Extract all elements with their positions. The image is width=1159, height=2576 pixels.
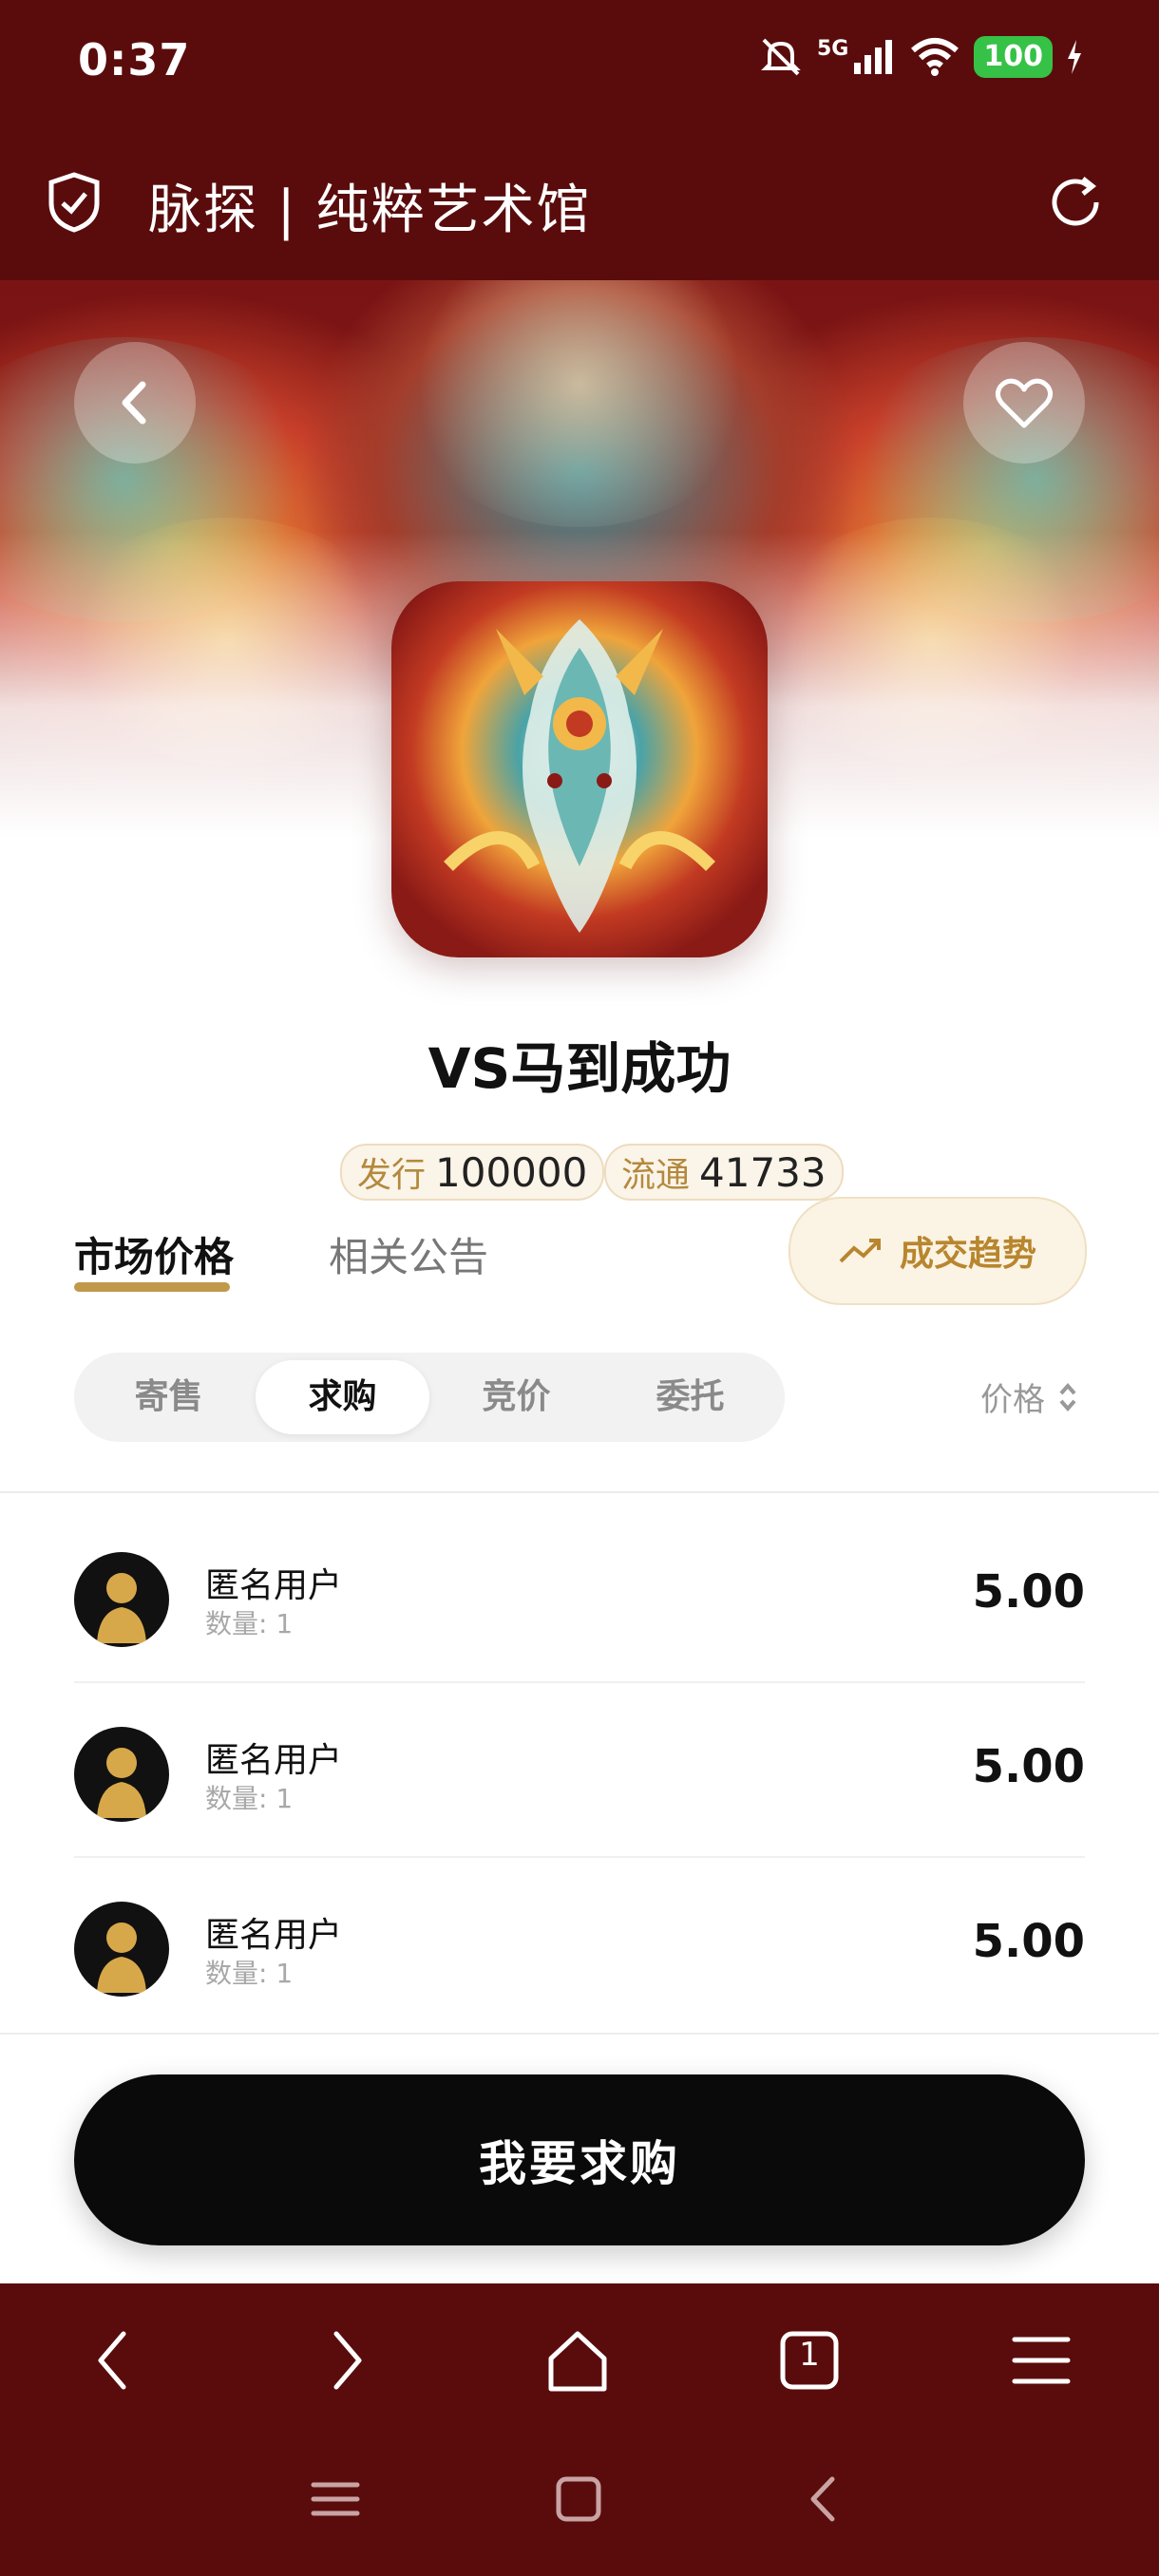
order-row[interactable]: 匿名用户 数量: 1 5.00 [74,1508,1085,1683]
browser-home-icon[interactable] [540,2322,616,2398]
wifi-icon [911,38,960,76]
issue-label: 发行 [357,1156,427,1195]
system-menu-icon[interactable] [302,2466,369,2532]
tab-active-indicator [74,1282,230,1292]
heart-icon [995,378,1054,428]
trend-up-icon [839,1239,881,1263]
issue-value: 100000 [435,1148,588,1196]
circulation-label: 流通 [621,1156,691,1195]
segment-bidding[interactable]: 竞价 [429,1360,603,1434]
nft-title: VS马到成功 [428,1036,732,1101]
order-row[interactable]: 匿名用户 数量: 1 5.00 [74,1683,1085,1858]
tab-announcements[interactable]: 相关公告 [329,1225,488,1283]
user-name: 匿名用户 [205,1566,343,1605]
browser-menu-icon[interactable] [1003,2322,1079,2398]
mute-icon [761,38,801,76]
browser-forward-icon[interactable] [308,2322,384,2398]
nft-artwork [391,581,768,957]
sort-icon [1059,1382,1076,1411]
status-icons: 5G 100 [758,36,1083,78]
battery-indicator: 100 [974,36,1053,78]
gold-figure-icon [97,1748,146,1818]
horse-artwork-image [444,619,715,933]
order-price: 5.00 [972,1740,1085,1793]
segment-buy-request[interactable]: 求购 [256,1360,429,1434]
browser-tabs-button[interactable]: 1 [771,2322,847,2398]
system-home-icon[interactable] [545,2466,612,2532]
status-time: 0:37 [78,34,191,85]
signal-icon [854,40,893,74]
order-type-segmented-control: 寄售 求购 竞价 委托 [74,1353,785,1442]
back-button[interactable] [74,342,196,464]
segment-consignment[interactable]: 寄售 [82,1360,256,1434]
circulation-value: 41733 [699,1148,826,1196]
tab-count: 1 [799,2336,820,2374]
order-row[interactable]: 匿名用户 数量: 1 5.00 [74,1858,1085,2033]
user-name: 匿名用户 [205,1741,343,1780]
price-sort-button[interactable]: 价格 [980,1373,1077,1420]
issue-badge: 发行 100000 [340,1144,605,1201]
circulation-badge: 流通 41733 [604,1144,844,1201]
avatar [74,1902,169,1997]
shield-check-icon[interactable] [46,171,103,234]
order-quantity: 数量: 1 [205,1958,294,1989]
sort-label: 价格 [980,1381,1045,1419]
trade-trend-button[interactable]: 成交趋势 [788,1197,1087,1305]
network-label: 5G [817,36,849,61]
refresh-icon[interactable] [1045,171,1108,234]
favorite-button[interactable] [963,342,1085,464]
avatar [74,1727,169,1822]
tab-market-price[interactable]: 市场价格 [74,1225,234,1283]
app-title: 脉探 | 纯粹艺术馆 [148,180,592,241]
buy-request-button[interactable]: 我要求购 [74,2074,1085,2245]
trade-trend-label: 成交趋势 [899,1235,1036,1274]
user-name: 匿名用户 [205,1916,343,1955]
order-quantity: 数量: 1 [205,1783,294,1814]
order-price: 5.00 [972,1915,1085,1968]
gold-figure-icon [97,1573,146,1643]
order-quantity: 数量: 1 [205,1608,294,1639]
avatar [74,1552,169,1647]
system-back-icon[interactable] [790,2466,857,2532]
chevron-left-icon [122,381,146,425]
browser-back-icon[interactable] [76,2322,152,2398]
list-divider [0,1491,1159,1493]
segment-entrust[interactable]: 委托 [603,1360,777,1434]
gold-figure-icon [97,1923,146,1993]
bottom-divider [0,2033,1159,2035]
order-price: 5.00 [972,1565,1085,1619]
charging-icon [1068,40,1081,74]
